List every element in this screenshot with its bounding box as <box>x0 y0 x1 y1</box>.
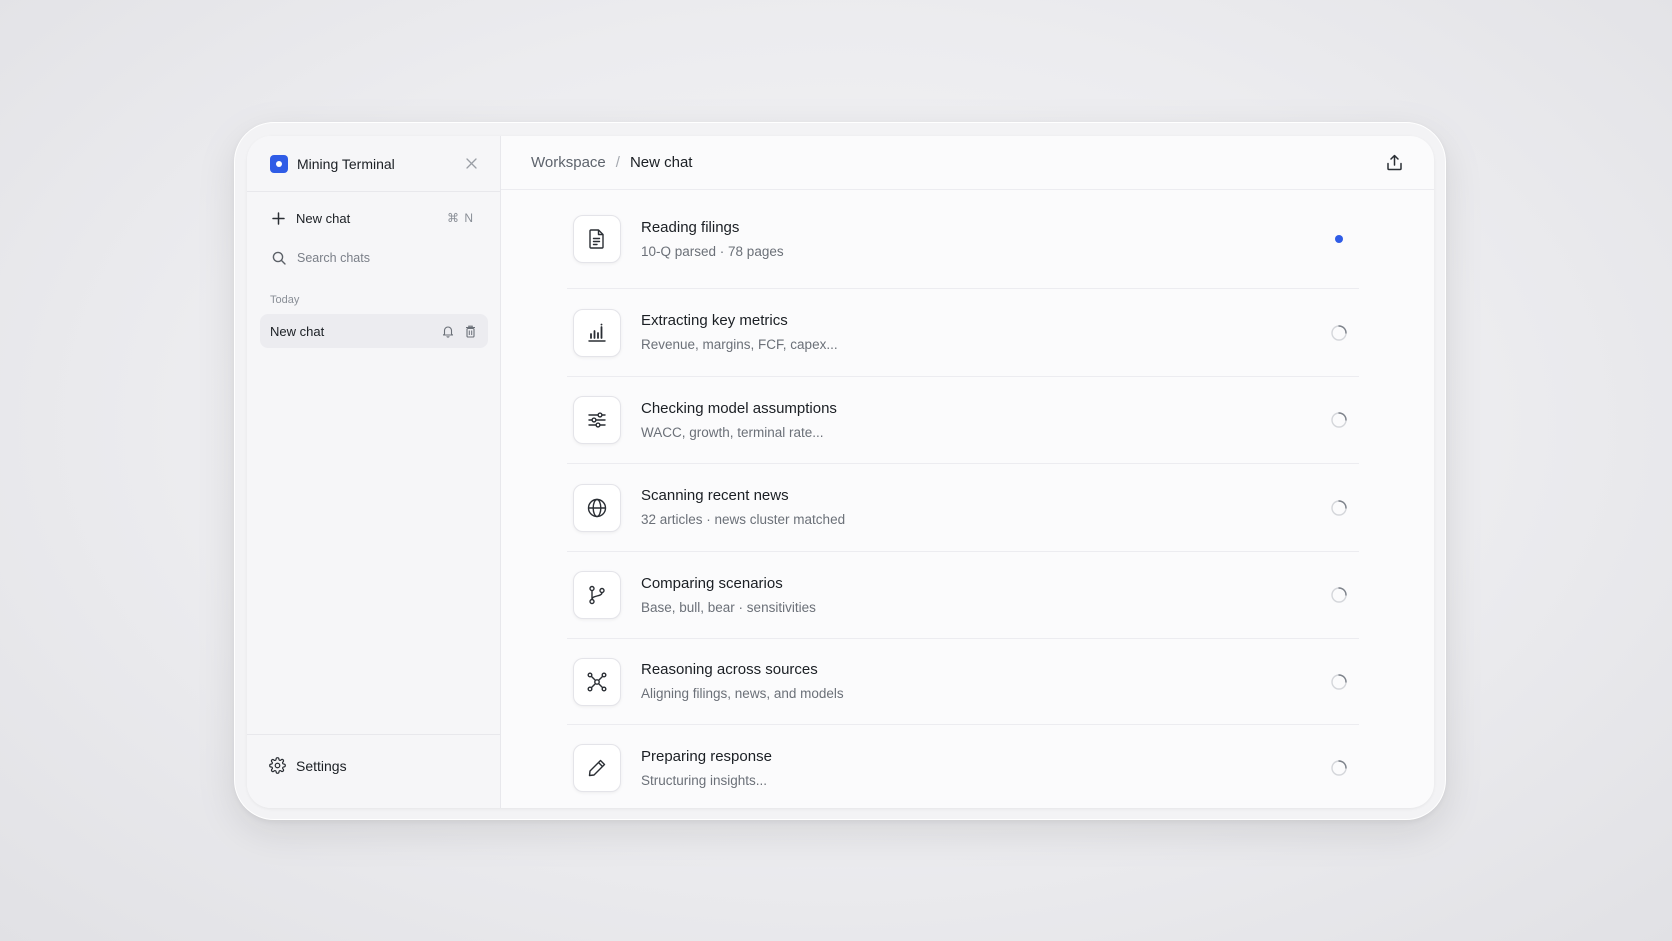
main-panel: Workspace / New chat Reading filings 10-… <box>501 136 1434 808</box>
breadcrumb-current: New chat <box>629 154 693 171</box>
step-title: Comparing scenarios <box>641 574 783 592</box>
step-text: Reading filings 10-Q parsed · 78 pages <box>641 218 1329 261</box>
globe-icon <box>573 483 621 532</box>
step-subtitle: Revenue, margins, FCF, capex... <box>641 337 838 352</box>
breadcrumb-workspace[interactable]: Workspace <box>531 154 606 171</box>
step-subtitle: 10-Q parsed · 78 pages <box>641 243 784 259</box>
step-text: Checking model assumptions WACC, growth,… <box>641 399 1329 442</box>
step-row: Comparing scenarios Base, bull, bear · s… <box>567 552 1359 639</box>
step-subtitle: 32 articles · news cluster matched <box>641 512 846 527</box>
step-row: Extracting key metrics Revenue, margins,… <box>567 289 1359 377</box>
loading-spinner-icon <box>1329 672 1349 692</box>
step-row: Reasoning across sources Aligning filing… <box>567 639 1359 725</box>
step-title: Reading filings <box>641 218 740 236</box>
bell-icon[interactable] <box>441 324 455 338</box>
app-title: Mining Terminal <box>297 155 395 172</box>
sliders-icon <box>573 396 621 444</box>
step-text: Comparing scenarios Base, bull, bear · s… <box>641 574 1329 617</box>
section-label-today: Today <box>270 294 300 306</box>
breadcrumb: Workspace / New chat <box>531 154 1384 171</box>
step-title: Extracting key metrics <box>641 312 788 329</box>
chat-list-item[interactable]: New chat <box>260 314 488 348</box>
step-text: Preparing response Structuring insights.… <box>641 747 1329 790</box>
search-icon <box>272 251 286 265</box>
app-logo-icon <box>270 154 288 173</box>
pencil-icon <box>573 744 621 792</box>
step-text: Reasoning across sources Aligning filing… <box>641 660 1329 703</box>
new-chat-button[interactable]: New chat ⌘ N <box>247 198 500 238</box>
progress-steps-list: Reading filings 10-Q parsed · 78 pages E… <box>567 190 1359 808</box>
search-placeholder: Search chats <box>297 251 370 265</box>
chat-item-label: New chat <box>270 323 325 339</box>
bar-chart-icon <box>573 308 621 357</box>
gear-icon <box>269 757 286 774</box>
app-window: Mining Terminal New chat ⌘ N Search chat… <box>247 136 1434 808</box>
step-row: Checking model assumptions WACC, growth,… <box>567 377 1359 464</box>
new-chat-label: New chat <box>296 210 351 226</box>
top-bar: Workspace / New chat <box>501 136 1434 190</box>
sidebar: Mining Terminal New chat ⌘ N Search chat… <box>247 136 501 808</box>
active-status-dot <box>1329 229 1349 249</box>
share-export-icon[interactable] <box>1384 153 1404 173</box>
plus-icon <box>272 211 285 225</box>
document-icon <box>573 215 621 263</box>
git-branch-icon <box>573 571 621 619</box>
loading-spinner-icon <box>1329 410 1349 430</box>
search-chats-input[interactable]: Search chats <box>247 238 500 278</box>
loading-spinner-icon <box>1329 758 1349 778</box>
step-subtitle: Aligning filings, news, and models <box>641 686 844 701</box>
loading-spinner-icon <box>1329 585 1349 605</box>
settings-label: Settings <box>296 757 347 774</box>
step-row: Preparing response Structuring insights.… <box>567 725 1359 808</box>
breadcrumb-separator: / <box>615 154 620 171</box>
new-chat-shortcut: ⌘ N <box>447 211 474 225</box>
sidebar-header: Mining Terminal <box>247 136 500 192</box>
step-row: Reading filings 10-Q parsed · 78 pages <box>567 190 1359 289</box>
step-subtitle: Base, bull, bear · sensitivities <box>641 599 816 615</box>
step-title: Scanning recent news <box>641 487 789 504</box>
settings-button[interactable]: Settings <box>247 734 500 796</box>
step-text: Scanning recent news 32 articles · news … <box>641 486 1329 529</box>
step-title: Checking model assumptions <box>641 399 837 417</box>
step-title: Reasoning across sources <box>641 661 818 678</box>
step-subtitle: WACC, growth, terminal rate... <box>641 424 824 440</box>
step-title: Preparing response <box>641 747 772 765</box>
step-text: Extracting key metrics Revenue, margins,… <box>641 311 1329 354</box>
loading-spinner-icon <box>1329 323 1349 343</box>
trash-icon[interactable] <box>463 324 477 338</box>
step-row: Scanning recent news 32 articles · news … <box>567 464 1359 552</box>
step-subtitle: Structuring insights... <box>641 772 768 788</box>
close-sidebar-icon[interactable] <box>464 157 478 171</box>
loading-spinner-icon <box>1329 498 1349 518</box>
network-icon <box>573 657 621 706</box>
